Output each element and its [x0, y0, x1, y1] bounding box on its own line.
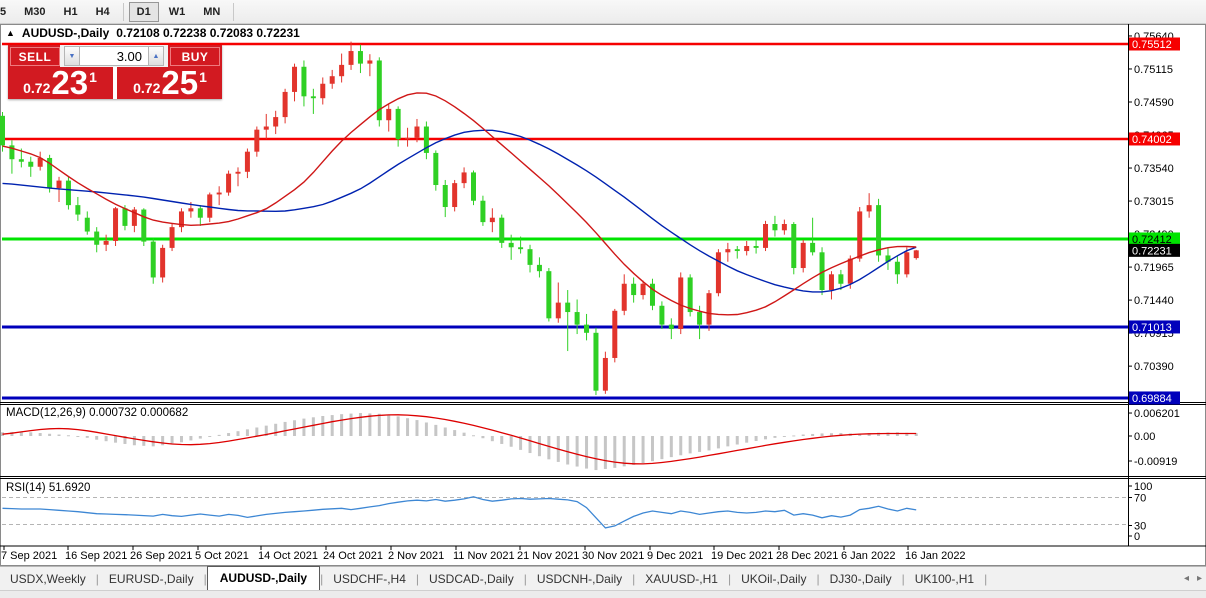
svg-text:0: 0	[1134, 531, 1140, 543]
date-axis: 7 Sep 2021 16 Sep 202126 Sep 20215 Oct 20…	[1, 546, 966, 562]
chart-title-bar: ▲ AUDUSD-,Daily 0.72108 0.72238 0.72083 …	[6, 26, 300, 40]
sell-price-display[interactable]: 0.72 23 1	[8, 68, 112, 99]
volume-input[interactable]	[80, 46, 148, 66]
timeframe-button-h4[interactable]: H4	[88, 2, 118, 22]
trading-terminal: 5M30H1H4D1W1MN 0.756400.751150.745900.74…	[0, 0, 1206, 598]
svg-text:5 Oct 2021: 5 Oct 2021	[195, 550, 249, 562]
tab-xauusd-h1[interactable]: XAUUSD-,H1	[635, 569, 728, 589]
spin-up-icon: ▲	[153, 53, 160, 60]
status-bar	[0, 590, 1206, 598]
svg-text:0.75512: 0.75512	[1132, 39, 1172, 51]
svg-text:30 Nov 2021: 30 Nov 2021	[582, 550, 644, 562]
svg-text:0.00: 0.00	[1134, 431, 1155, 443]
rsi-panel	[2, 497, 1128, 528]
toolbar-separator	[123, 3, 124, 21]
svg-text:0.72231: 0.72231	[1132, 245, 1172, 257]
svg-text:100: 100	[1134, 481, 1152, 493]
moving-averages	[3, 93, 917, 315]
one-click-trading-panel: SELL ▼ ▲ BUY 0.72 23 1 0.72 25 1	[8, 45, 222, 99]
svg-text:14 Oct 2021: 14 Oct 2021	[258, 550, 318, 562]
panel-divider	[113, 67, 117, 99]
timeframe-button-5[interactable]: 5	[0, 2, 14, 22]
svg-text:2 Nov 2021: 2 Nov 2021	[388, 550, 444, 562]
tab-dj30-daily[interactable]: DJ30-,Daily	[820, 569, 902, 589]
tab-scroll-left-icon[interactable]: ◂	[1184, 573, 1189, 584]
svg-text:0.006201: 0.006201	[1134, 408, 1180, 420]
buy-price-prefix: 0.72	[133, 80, 160, 96]
svg-text:16 Jan 2022: 16 Jan 2022	[905, 550, 966, 562]
volume-decrease-button[interactable]: ▼	[64, 46, 80, 66]
buy-price-big-digits: 25	[161, 68, 198, 98]
spin-down-icon: ▼	[69, 53, 76, 60]
tab-scroll-right-icon[interactable]: ▸	[1197, 573, 1202, 584]
chart-tab-bar: USDX,Weekly|EURUSD-,Daily|AUDUSD-,Daily|…	[0, 566, 1206, 590]
svg-text:19 Dec 2021: 19 Dec 2021	[711, 550, 773, 562]
svg-text:-0.00919: -0.00919	[1134, 456, 1177, 468]
timeframe-button-d1[interactable]: D1	[129, 2, 159, 22]
chart-canvas: 0.756400.751150.745900.740650.735400.730…	[0, 24, 1206, 566]
tab-eurusd-daily[interactable]: EURUSD-,Daily	[99, 569, 204, 589]
volume-stepper: ▼ ▲	[64, 46, 164, 66]
tab-usdcad-daily[interactable]: USDCAD-,Daily	[419, 569, 524, 589]
tab-ukoil-daily[interactable]: UKOil-,Daily	[731, 569, 816, 589]
svg-text:0.71013: 0.71013	[1132, 322, 1172, 334]
macd-indicator-label: MACD(12,26,9) 0.000732 0.000682	[6, 407, 188, 419]
svg-text:9 Dec 2021: 9 Dec 2021	[647, 550, 703, 562]
svg-text:0.69884: 0.69884	[1132, 393, 1172, 405]
svg-text:11 Nov 2021: 11 Nov 2021	[453, 550, 515, 562]
tab-usdx-weekly[interactable]: USDX,Weekly	[0, 569, 96, 589]
collapse-panel-icon[interactable]: ▲	[6, 28, 15, 38]
svg-text:0.73540: 0.73540	[1134, 163, 1174, 175]
price-axis: 0.756400.751150.745900.740650.735400.730…	[1128, 31, 1180, 543]
timeframe-button-mn[interactable]: MN	[195, 2, 228, 22]
toolbar-separator	[233, 3, 234, 21]
svg-text:28 Dec 2021: 28 Dec 2021	[776, 550, 838, 562]
sell-price-pipette: 1	[89, 69, 97, 85]
chart-symbol-title: AUDUSD-,Daily	[22, 26, 109, 40]
tab-separator: |	[984, 572, 987, 586]
tab-audusd-daily[interactable]: AUDUSD-,Daily	[207, 566, 320, 591]
svg-text:0.70390: 0.70390	[1134, 361, 1174, 373]
volume-increase-button[interactable]: ▲	[148, 46, 164, 66]
sell-price-big-digits: 23	[51, 68, 88, 98]
buy-price-display[interactable]: 0.72 25 1	[118, 68, 222, 99]
timeframe-button-m30[interactable]: M30	[16, 2, 53, 22]
svg-text:21 Nov 2021: 21 Nov 2021	[517, 550, 579, 562]
buy-price-pipette: 1	[199, 69, 207, 85]
svg-text:0.71965: 0.71965	[1134, 262, 1174, 274]
chart-window: 0.756400.751150.745900.740650.735400.730…	[0, 24, 1206, 566]
rsi-indicator-label: RSI(14) 51.6920	[6, 482, 90, 494]
chart-ohlc-values: 0.72108 0.72238 0.72083 0.72231	[116, 26, 300, 40]
tab-usdchf-h4[interactable]: USDCHF-,H4	[323, 569, 416, 589]
tab-uk100-h1[interactable]: UK100-,H1	[905, 569, 984, 589]
timeframe-toolbar: 5M30H1H4 D1W1MN	[0, 0, 1206, 24]
timeframe-button-w1[interactable]: W1	[161, 2, 194, 22]
svg-text:0.75115: 0.75115	[1134, 64, 1173, 76]
svg-text:16 Sep 2021: 16 Sep 2021	[65, 550, 127, 562]
macd-panel	[1, 413, 918, 470]
svg-text:7 Sep 2021: 7 Sep 2021	[1, 550, 57, 562]
panel-borders	[0, 24, 1206, 566]
svg-text:0.73015: 0.73015	[1134, 196, 1174, 208]
svg-text:6 Jan 2022: 6 Jan 2022	[841, 550, 895, 562]
sell-price-prefix: 0.72	[23, 80, 50, 96]
svg-text:70: 70	[1134, 493, 1146, 505]
svg-text:0.74002: 0.74002	[1132, 134, 1172, 146]
price-axis-badges: 0.755120.740020.724120.722310.710130.698…	[1129, 38, 1180, 405]
svg-text:24 Oct 2021: 24 Oct 2021	[323, 550, 383, 562]
svg-text:0.71440: 0.71440	[1134, 295, 1174, 307]
tab-usdcnh-daily[interactable]: USDCNH-,Daily	[527, 569, 632, 589]
svg-text:26 Sep 2021: 26 Sep 2021	[130, 550, 192, 562]
svg-text:0.74590: 0.74590	[1134, 97, 1174, 109]
timeframe-button-h1[interactable]: H1	[56, 2, 86, 22]
